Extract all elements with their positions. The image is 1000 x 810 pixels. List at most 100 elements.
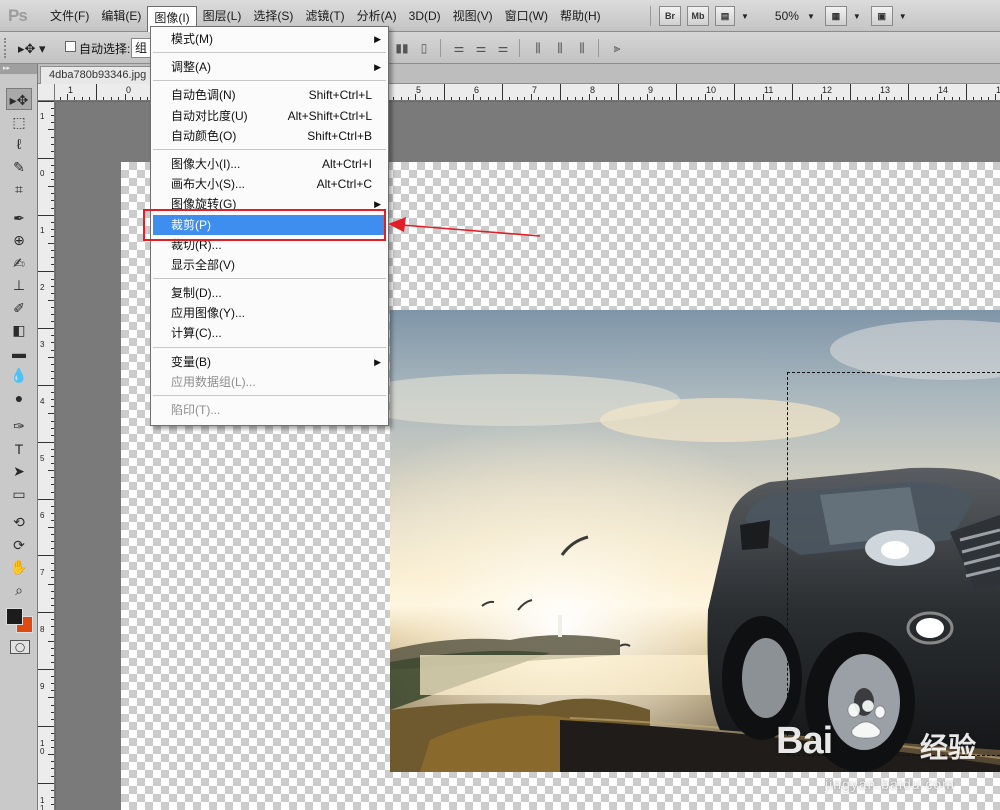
foreground-color-swatch[interactable] bbox=[6, 608, 23, 625]
menu-item-10[interactable]: 帮助(H) bbox=[554, 0, 607, 32]
ruler-origin[interactable] bbox=[38, 84, 55, 101]
image-menu-item[interactable]: 应用图像(Y)... bbox=[151, 303, 388, 323]
distribute-icon[interactable]: ⚌ bbox=[471, 41, 491, 55]
lasso-tool-icon[interactable]: ℓ bbox=[6, 133, 32, 155]
menu-item-0[interactable]: 文件(F) bbox=[44, 0, 95, 32]
ruler-tick bbox=[828, 97, 830, 100]
ruler-tick bbox=[48, 470, 54, 472]
document-tab[interactable]: 4dba780b93346.jpg bbox=[40, 66, 152, 84]
options-bar-grip[interactable] bbox=[4, 38, 8, 58]
marquee-tool-icon[interactable]: ⬚ bbox=[6, 111, 32, 133]
screen-mode-button[interactable]: ▣ bbox=[870, 6, 893, 26]
move-tool-preset-icon[interactable]: ▸✥ ▾ bbox=[18, 41, 46, 57]
move-tool-icon[interactable]: ▸✥ bbox=[6, 88, 32, 110]
ruler-tick bbox=[51, 285, 54, 287]
image-menu-item[interactable]: 画布大小(S)... Alt+Ctrl+C bbox=[151, 174, 388, 194]
ruler-tick bbox=[51, 143, 54, 145]
chevron-down-icon[interactable]: ▼ bbox=[807, 12, 815, 21]
quick-selection-tool-icon[interactable]: ✎ bbox=[6, 156, 32, 178]
chevron-down-icon[interactable]: ▼ bbox=[899, 12, 907, 21]
chevron-down-icon[interactable]: ▼ bbox=[853, 12, 861, 21]
ruler-tick bbox=[51, 796, 54, 798]
ruler-tick bbox=[51, 569, 54, 571]
image-menu-item[interactable]: 自动对比度(U) Alt+Shift+Ctrl+L bbox=[151, 106, 388, 126]
selection-marquee[interactable] bbox=[787, 372, 1000, 756]
distribute-icon[interactable]: ⫼ bbox=[572, 41, 592, 55]
3d-orbit-tool-icon[interactable]: ⟳ bbox=[6, 534, 32, 556]
chevron-down-icon[interactable]: ▼ bbox=[741, 12, 749, 21]
crop-tool-icon[interactable]: ⌗ bbox=[6, 178, 32, 200]
ruler-tick bbox=[48, 583, 54, 585]
menu-item-7[interactable]: 3D(D) bbox=[403, 0, 447, 32]
menu-item-8[interactable]: 视图(V) bbox=[447, 0, 499, 32]
ruler-tick bbox=[51, 392, 54, 394]
ruler-label: 1 bbox=[40, 112, 45, 121]
menu-item-shortcut: Shift+Ctrl+B bbox=[307, 128, 372, 143]
ruler-tick bbox=[726, 97, 728, 100]
ruler-tick bbox=[857, 97, 859, 100]
ruler-tick bbox=[51, 108, 54, 110]
3d-rotate-tool-icon[interactable]: ⟲ bbox=[6, 511, 32, 533]
align-icon[interactable]: ▮▮ bbox=[392, 41, 412, 55]
highlight-annotation-box bbox=[143, 209, 386, 241]
photoshop-logo: Ps bbox=[8, 6, 28, 25]
mini-bridge-button[interactable]: Mb bbox=[687, 6, 709, 26]
align-buttons: ▮▮ ▯ ⚌ ⚌ ⚌ ⫼ ⫼ ⫼ ⫸ bbox=[392, 39, 629, 57]
ruler-tick bbox=[929, 97, 931, 100]
pen-tool-icon[interactable]: ✑ bbox=[6, 415, 32, 437]
menu-item-9[interactable]: 窗口(W) bbox=[499, 0, 554, 32]
distribute-icon[interactable]: ⚌ bbox=[449, 41, 469, 55]
eyedropper-tool-icon[interactable]: ✒ bbox=[6, 207, 32, 229]
distribute-icon[interactable]: ⫼ bbox=[528, 41, 548, 55]
image-menu-item[interactable]: 复制(D)... bbox=[151, 283, 388, 303]
ruler-tick bbox=[436, 97, 438, 100]
image-menu-item[interactable]: 计算(C)... bbox=[151, 323, 388, 343]
ruler-tick bbox=[51, 228, 54, 230]
ruler-tick bbox=[51, 434, 54, 436]
auto-select-checkbox[interactable] bbox=[65, 41, 76, 52]
ruler-tick bbox=[51, 349, 54, 351]
shape-tool-icon[interactable]: ▭ bbox=[6, 483, 32, 505]
brush-tool-icon[interactable]: ✍ bbox=[6, 252, 32, 274]
auto-align-icon[interactable]: ⫸ bbox=[607, 41, 627, 55]
zoom-tool-icon[interactable]: ⌕ bbox=[6, 579, 32, 601]
menu-item-1[interactable]: 编辑(E) bbox=[95, 0, 147, 32]
ruler-tick bbox=[458, 97, 460, 100]
blur-tool-icon[interactable]: 💧 bbox=[6, 364, 32, 386]
quick-mask-button[interactable]: ◯ bbox=[10, 640, 30, 654]
bridge-button[interactable]: Br bbox=[659, 6, 681, 26]
history-brush-tool-icon[interactable]: ✐ bbox=[6, 297, 32, 319]
vertical-ruler[interactable]: 1 0 1 2 3 4 5 6 7 8 9 10 11 bbox=[38, 101, 55, 810]
type-tool-icon[interactable]: T bbox=[6, 438, 32, 460]
distribute-icon[interactable]: ⚌ bbox=[493, 41, 513, 55]
image-menu-item[interactable]: 模式(M) ▶ bbox=[151, 29, 388, 49]
ruler-tick bbox=[581, 97, 583, 100]
image-menu-item[interactable]: 变量(B) ▶ bbox=[151, 352, 388, 372]
image-menu-item[interactable]: 显示全部(V) bbox=[151, 255, 388, 275]
gradient-tool-icon[interactable]: ▬ bbox=[6, 342, 32, 364]
path-selection-tool-icon[interactable]: ➤ bbox=[6, 460, 32, 482]
align-icon[interactable]: ▯ bbox=[414, 41, 434, 55]
image-menu-item[interactable]: 调整(A) ▶ bbox=[151, 57, 388, 77]
distribute-icon[interactable]: ⫼ bbox=[550, 41, 570, 55]
spot-healing-tool-icon[interactable]: ⊕ bbox=[6, 229, 32, 251]
arrange-documents-button[interactable]: ▦ bbox=[824, 6, 847, 26]
application-bar: Br Mb ▤ ▼ 50% ▼ ▦ ▼ ▣ ▼ bbox=[650, 5, 917, 27]
menu-separator bbox=[153, 278, 386, 280]
ruler-tick bbox=[560, 84, 561, 100]
ruler-tick bbox=[813, 97, 815, 100]
image-menu-item[interactable]: 自动颜色(O) Shift+Ctrl+B bbox=[151, 126, 388, 146]
eraser-tool-icon[interactable]: ◧ bbox=[6, 319, 32, 341]
view-extras-button[interactable]: ▤ bbox=[715, 6, 735, 26]
zoom-level[interactable]: 50% bbox=[775, 9, 799, 23]
image-menu-item[interactable]: 图像大小(I)... Alt+Ctrl+I bbox=[151, 154, 388, 174]
clone-stamp-tool-icon[interactable]: ⊥ bbox=[6, 274, 32, 296]
ruler-tick bbox=[871, 97, 873, 100]
image-menu-item[interactable]: 自动色调(N) Shift+Ctrl+L bbox=[151, 85, 388, 105]
menu-item-label: 显示全部(V) bbox=[171, 257, 235, 272]
toolbox-header[interactable]: ▸▸ bbox=[0, 64, 37, 74]
dodge-tool-icon[interactable]: ● bbox=[6, 387, 32, 409]
ruler-tick bbox=[51, 619, 54, 621]
hand-tool-icon[interactable]: ✋ bbox=[6, 556, 32, 578]
ruler-tick bbox=[741, 97, 743, 100]
